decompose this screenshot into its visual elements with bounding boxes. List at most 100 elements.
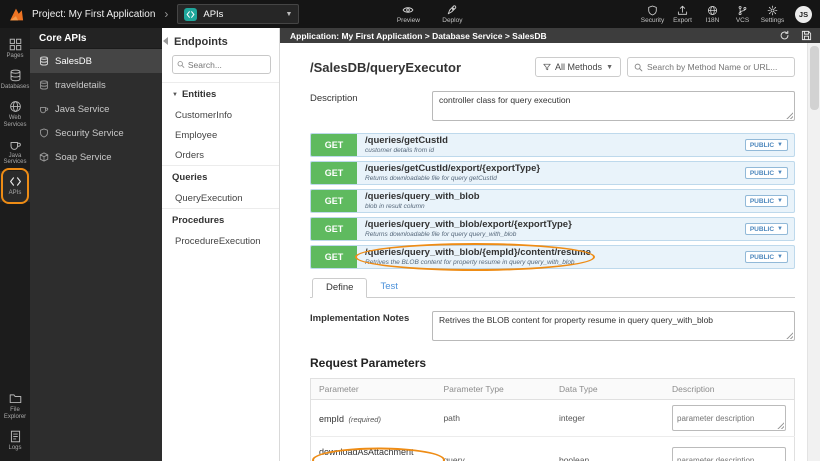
save-icon[interactable] xyxy=(801,30,812,41)
rail-item-java-services[interactable]: Java Services xyxy=(0,134,30,172)
endpoint-item-procedureexecution[interactable]: ProcedureExecution xyxy=(162,231,279,251)
security-label: Security xyxy=(640,16,665,24)
endpoint-row-query-with-blob[interactable]: GET /queries/query_with_blob blob in res… xyxy=(310,189,795,213)
api-item-java-service[interactable]: Java Service xyxy=(30,97,162,121)
endpoint-row-query-with-blob-export[interactable]: GET /queries/query_with_blob/export/{exp… xyxy=(310,217,795,241)
export-button[interactable]: Export xyxy=(669,5,696,24)
section-entities[interactable]: ▼ Entities xyxy=(162,82,279,105)
security-button[interactable]: Security xyxy=(639,5,666,24)
settings-button[interactable]: Settings xyxy=(759,5,786,24)
endpoint-editor-content: /SalesDB/queryExecutor All Methods ▼ Des xyxy=(280,43,807,461)
refresh-icon[interactable] xyxy=(779,30,790,41)
resize-handle-icon[interactable] xyxy=(785,331,793,339)
database-icon xyxy=(40,56,48,66)
access-label: PUBLIC xyxy=(749,225,775,233)
get-method-button[interactable]: GET xyxy=(311,190,357,212)
i18n-label: I18N xyxy=(705,16,720,24)
api-item-traveldetails[interactable]: traveldetails xyxy=(30,73,162,97)
user-avatar[interactable]: JS xyxy=(795,5,812,23)
api-item-security-service[interactable]: Security Service xyxy=(30,121,162,145)
resize-handle-icon[interactable] xyxy=(785,111,793,119)
rail-item-pages[interactable]: Pages xyxy=(0,34,30,65)
param-name: empId xyxy=(319,414,345,424)
access-label: PUBLIC xyxy=(749,141,775,149)
coffee-cup-icon xyxy=(10,141,21,150)
section-label: Procedures xyxy=(172,215,225,226)
access-label: PUBLIC xyxy=(749,197,775,205)
deploy-label: Deploy xyxy=(442,17,463,24)
endpoint-summary: Retrives the BLOB content for property r… xyxy=(365,259,575,267)
folder-icon xyxy=(9,394,21,404)
main-area: Application: My First Application > Data… xyxy=(280,28,820,461)
eye-icon xyxy=(402,7,414,13)
description-textarea[interactable]: controller class for query execution xyxy=(432,91,795,121)
column-header-parameter-type: Parameter Type xyxy=(435,378,551,400)
access-dropdown[interactable]: PUBLIC ▼ xyxy=(744,251,788,263)
api-item-label: Soap Service xyxy=(55,151,112,163)
endpoints-search[interactable] xyxy=(172,55,271,74)
access-dropdown[interactable]: PUBLIC ▼ xyxy=(744,139,788,151)
chevron-down-icon: ▼ xyxy=(172,91,178,98)
get-method-button[interactable]: GET xyxy=(311,134,357,156)
section-label: Entities xyxy=(181,89,217,100)
rail-item-apis[interactable]: APIs xyxy=(0,168,30,205)
endpoints-search-input[interactable] xyxy=(187,59,266,70)
preview-button[interactable]: Preview xyxy=(391,4,425,24)
rail-item-file-explorer[interactable]: File Explorer xyxy=(0,388,30,426)
endpoint-item-employee[interactable]: Employee xyxy=(162,125,279,145)
get-method-button[interactable]: GET xyxy=(311,162,357,184)
access-dropdown[interactable]: PUBLIC ▼ xyxy=(744,167,788,179)
api-item-salesdb[interactable]: SalesDB xyxy=(30,49,162,73)
endpoint-item-orders[interactable]: Orders xyxy=(162,145,279,165)
endpoint-summary: Returns downloadable file for query getC… xyxy=(365,175,497,183)
app-window: Project: My First Application › APIs ▼ P… xyxy=(0,0,820,461)
module-selector-dropdown[interactable]: APIs ▼ xyxy=(177,4,300,24)
api-item-label: Security Service xyxy=(55,127,124,139)
scrollbar-thumb[interactable] xyxy=(809,46,819,110)
param-description-field[interactable] xyxy=(672,447,786,461)
rail-label-databases: Databases xyxy=(0,83,30,90)
endpoint-row-getcustid-export[interactable]: GET /queries/getCustId/export/{exportTyp… xyxy=(310,161,795,185)
implementation-notes-textarea[interactable]: Retrives the BLOB content for property r… xyxy=(432,311,795,341)
param-description-field[interactable] xyxy=(672,405,786,431)
i18n-button[interactable]: I18N xyxy=(699,5,726,24)
endpoint-row-getcustid[interactable]: GET /queries/getCustId customer details … xyxy=(310,133,795,157)
section-queries[interactable]: Queries xyxy=(162,165,279,188)
access-dropdown[interactable]: PUBLIC ▼ xyxy=(744,223,788,235)
param-description-input[interactable] xyxy=(673,448,785,461)
method-search[interactable] xyxy=(627,57,795,77)
logs-icon xyxy=(10,430,20,443)
access-dropdown[interactable]: PUBLIC ▼ xyxy=(744,195,788,207)
rail-item-databases[interactable]: Databases xyxy=(0,65,30,96)
page-title: /SalesDB/queryExecutor xyxy=(310,59,462,75)
param-description-input[interactable] xyxy=(673,406,785,430)
export-icon xyxy=(677,5,688,15)
method-filter-dropdown[interactable]: All Methods ▼ xyxy=(535,57,621,77)
rail-item-web-services[interactable]: Web Services xyxy=(0,96,30,134)
endpoint-row-query-with-blob-content-resume[interactable]: GET /queries/query_with_blob/{empId}/con… xyxy=(310,243,795,271)
tab-test[interactable]: Test xyxy=(367,278,410,297)
vcs-button[interactable]: VCS xyxy=(729,5,756,24)
method-search-input[interactable] xyxy=(647,62,788,72)
panel-collapse-handle[interactable] xyxy=(163,37,168,45)
rail-label-web-services: Web Services xyxy=(3,114,27,128)
get-method-button[interactable]: GET xyxy=(311,246,357,268)
column-header-description: Description xyxy=(664,378,795,400)
description-value: controller class for query execution xyxy=(439,95,571,105)
get-method-button[interactable]: GET xyxy=(311,218,357,240)
endpoint-item-queryexecution[interactable]: QueryExecution xyxy=(162,188,279,208)
project-label: Project: My First Application xyxy=(32,8,156,20)
tab-define[interactable]: Define xyxy=(312,278,368,298)
rail-label-java-services: Java Services xyxy=(3,152,27,166)
section-label: Queries xyxy=(172,172,208,183)
deploy-button[interactable]: Deploy xyxy=(435,4,469,24)
api-item-soap-service[interactable]: Soap Service xyxy=(30,145,162,169)
section-procedures[interactable]: Procedures xyxy=(162,208,279,231)
pages-icon xyxy=(9,38,21,51)
shield-icon xyxy=(40,128,48,138)
rail-item-logs[interactable]: Logs xyxy=(0,426,30,457)
endpoint-item-customerinfo[interactable]: CustomerInfo xyxy=(162,105,279,125)
param-type: query xyxy=(435,436,551,461)
vertical-scrollbar[interactable] xyxy=(807,43,820,461)
application-breadcrumb-bar: Application: My First Application > Data… xyxy=(280,28,820,43)
